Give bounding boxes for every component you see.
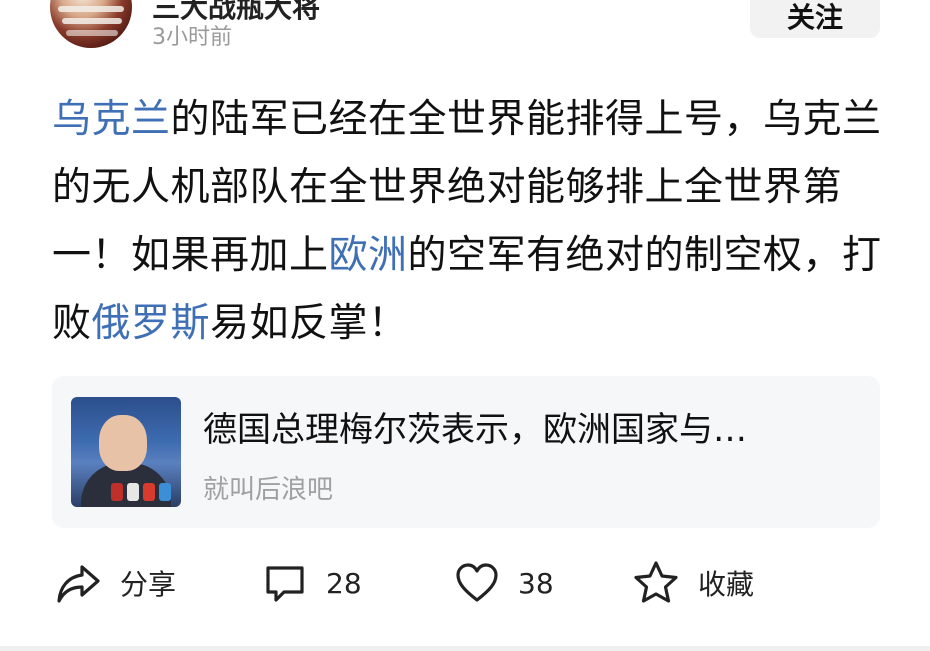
comment-icon: [262, 560, 308, 606]
share-label: 分享: [120, 568, 177, 601]
divider: [0, 646, 930, 651]
heart-icon: [454, 560, 500, 606]
star-icon: [632, 559, 680, 607]
comment-button[interactable]: 28: [262, 548, 362, 618]
favorite-label: 收藏: [698, 568, 755, 601]
share-button[interactable]: 分享: [54, 548, 176, 618]
article-title: 德国总理梅尔茨表示，欧洲国家与…: [203, 410, 747, 450]
share-icon: [54, 559, 102, 607]
post-text-segment: 易如反掌！: [210, 301, 408, 346]
follow-button[interactable]: 关注: [750, 0, 880, 38]
article-thumbnail: [71, 397, 181, 507]
article-source: 就叫后浪吧: [203, 475, 334, 505]
topic-link-ukraine[interactable]: 乌克兰: [52, 97, 171, 142]
favorite-button[interactable]: 收藏: [632, 548, 754, 618]
like-count: 38: [518, 566, 554, 600]
post-text: 乌克兰的陆军已经在全世界能排得上号，乌克兰的无人机部队在全世界绝对能够排上全世界…: [52, 86, 882, 358]
author-avatar[interactable]: [50, 0, 132, 48]
topic-link-europe[interactable]: 欧洲: [329, 233, 408, 278]
linked-article-card[interactable]: 德国总理梅尔茨表示，欧洲国家与… 就叫后浪吧: [52, 376, 880, 528]
post-time: 3小时前: [152, 25, 232, 50]
comment-count: 28: [326, 566, 362, 600]
like-button[interactable]: 38: [454, 548, 554, 618]
post-action-bar: 分享 28 38 收藏: [0, 548, 930, 618]
topic-link-russia[interactable]: 俄罗斯: [92, 301, 211, 346]
post-header: 三大战瓶大将 3小时前 关注: [0, 0, 930, 60]
